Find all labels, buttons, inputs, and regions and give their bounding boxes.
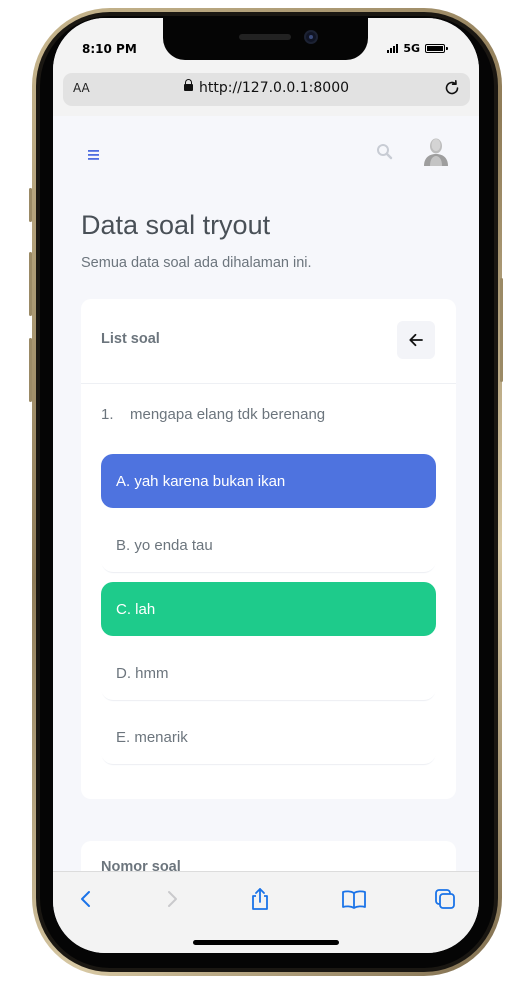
answer-option-d[interactable]: D. hmm [101,646,436,700]
status-indicators: 5G [387,42,448,55]
answer-option-c[interactable]: C. lah [101,582,436,636]
status-time: 8:10 PM [82,42,137,56]
card-title: List soal [101,331,160,347]
tabs-icon[interactable] [432,886,458,912]
question-list-card: List soal 1. mengapa elang tdk berenang A… [81,299,456,799]
reload-icon[interactable] [442,78,462,103]
battery-icon [425,44,448,53]
question-text: 1. mengapa elang tdk berenang [101,406,325,423]
back-button[interactable] [397,321,435,359]
home-indicator[interactable] [193,940,339,945]
card2-title: Nomor soal [101,859,181,871]
speaker-grille [239,34,291,40]
share-icon[interactable] [247,886,273,912]
signal-icon [387,44,399,53]
side-button-power [500,278,503,382]
forward-icon[interactable] [159,886,185,912]
front-camera [304,30,318,44]
arrow-left-icon [409,333,423,347]
search-icon[interactable] [375,142,395,162]
hamburger-icon[interactable] [88,146,100,165]
network-label: 5G [403,42,420,55]
camera-notch [163,18,368,60]
back-icon[interactable] [73,886,99,912]
answer-option-b[interactable]: B. yo enda tau [101,518,436,572]
question-number: 1. [101,406,114,423]
browser-toolbar [53,871,479,953]
side-button-volume-up [29,252,32,316]
answer-option-e[interactable]: E. menarik [101,710,436,764]
question-number-card: Nomor soal [81,841,456,871]
user-avatar-icon[interactable] [422,136,450,166]
question-body: mengapa elang tdk berenang [130,406,326,423]
url-text: http://127.0.0.1:8000 [198,80,350,96]
side-button-silent [29,188,32,222]
side-button-volume-down [29,338,32,402]
web-page: Data soal tryout Semua data soal ada dih… [53,116,479,871]
bookmarks-icon[interactable] [340,886,366,912]
url-display[interactable]: http://127.0.0.1:8000 [63,79,470,96]
phone-screen: 8:10 PM 5G AA http://127.0.0.1:8000 Data… [53,18,479,953]
card-header: List soal [81,299,456,384]
page-title: Data soal tryout [81,210,271,240]
address-bar[interactable]: AA http://127.0.0.1:8000 [63,73,470,106]
answer-option-a[interactable]: A. yah karena bukan ikan [101,454,436,508]
lock-icon [183,79,193,91]
page-subtitle: Semua data soal ada dihalaman ini. [81,255,312,271]
